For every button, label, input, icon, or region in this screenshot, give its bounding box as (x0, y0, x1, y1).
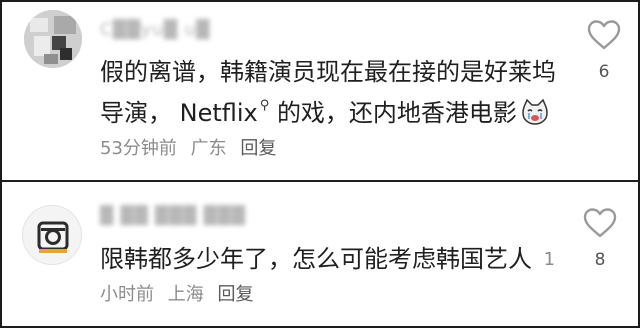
like-button[interactable]: 8 (580, 208, 620, 270)
comment-item: C██yu█ u█ 假的离谱，韩籍演员现在最在接的是好莱坞导演， Netflix… (2, 2, 640, 177)
username[interactable]: C██yu█ u█ (100, 20, 210, 40)
brand-link[interactable]: Netflix (180, 99, 258, 127)
comment-meta: 53分钟前 广东 回复 (100, 138, 284, 159)
avatar[interactable] (22, 205, 82, 265)
like-count: 6 (598, 62, 610, 82)
comment-panel: C██yu█ u█ 假的离谱，韩籍演员现在最在接的是好莱坞导演， Netflix… (0, 0, 640, 328)
comment-location: 广东 (190, 138, 227, 159)
comment-time: 53分钟前 (100, 138, 177, 159)
like-button[interactable]: 6 (584, 20, 624, 82)
search-icon[interactable]: ⚲ (260, 89, 270, 123)
comment-text: 限韩都多少年了，怎么可能考虑韩国艺人 1小时前 上海 回复 (100, 242, 556, 312)
camera-avatar-icon (37, 221, 69, 253)
crying-cat-emoji (522, 99, 548, 125)
reply-button[interactable]: 回复 (217, 284, 253, 305)
username[interactable]: █ ██ ███ ███ (100, 206, 246, 226)
heart-icon[interactable] (583, 208, 617, 238)
avatar-image (24, 10, 82, 68)
comment-text-part: 限韩都多少年了，怎么可能考虑韩国艺人 (100, 245, 532, 273)
reply-button[interactable]: 回复 (240, 138, 276, 159)
comment-location: 上海 (167, 284, 204, 305)
comment-text: 假的离谱，韩籍演员现在最在接的是好莱坞导演， Netflix ⚲ 的戏，还内地香港… (100, 55, 556, 166)
comment-text-part: 的戏，还内地香港电影 (276, 99, 517, 127)
heart-icon[interactable] (587, 20, 621, 50)
divider (2, 180, 640, 182)
like-count: 8 (594, 250, 606, 270)
avatar[interactable] (24, 10, 82, 68)
